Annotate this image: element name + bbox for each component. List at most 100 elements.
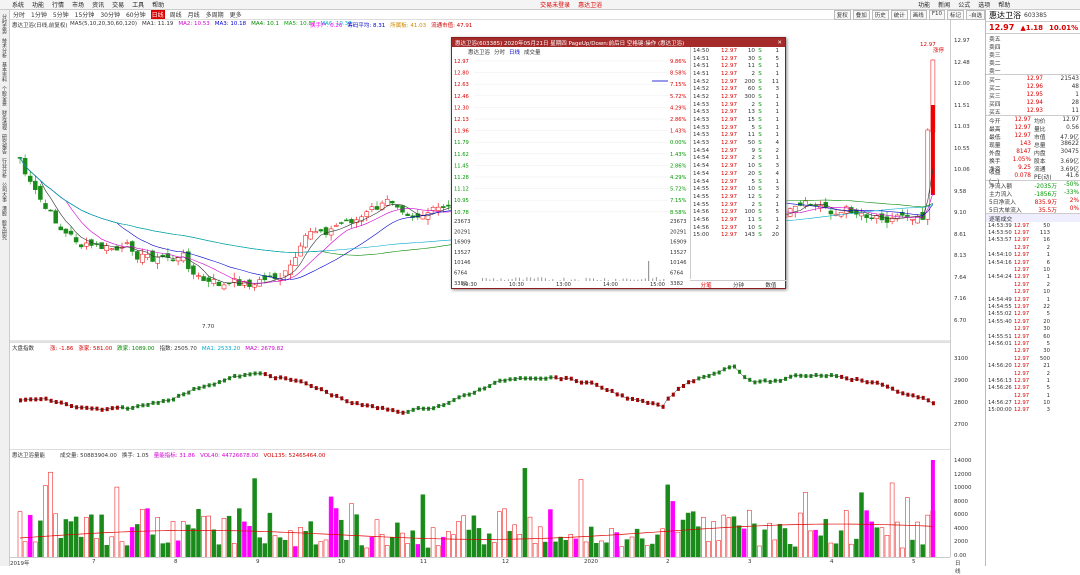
- volume-bar: [712, 521, 716, 558]
- popup-title: 惠达卫浴(603385) 2020年05月21日 星期四 PageUp/Down…: [455, 39, 684, 47]
- menu-item[interactable]: 系统: [12, 0, 24, 9]
- login-status[interactable]: 交易未登录: [540, 0, 570, 9]
- volume-bar: [574, 539, 578, 558]
- volume-bar: [401, 533, 405, 558]
- side-tab[interactable]: 公司大事: [1, 182, 8, 202]
- volume-bar: [253, 479, 257, 558]
- popup-tick-cell: 5: [737, 179, 755, 185]
- tick-row: 14:53:3912.9750: [986, 222, 1080, 229]
- tool-button[interactable]: 叠加: [853, 10, 870, 20]
- period-tab[interactable]: 多周期: [205, 10, 225, 19]
- period-tab[interactable]: 周线: [169, 10, 183, 19]
- tick-cell: 6: [1036, 260, 1050, 266]
- popup-mode-button[interactable]: 数值: [765, 281, 776, 289]
- popup-minute-chart: 12.979.86%12.808.58%12.637.15%12.465.72%…: [452, 56, 690, 288]
- row-value: 12.95: [1015, 92, 1043, 98]
- volume-bar: [839, 531, 843, 558]
- volume-bar: [232, 543, 236, 558]
- stat-value2: 12.97: [1049, 117, 1079, 123]
- volume-bar: [564, 540, 568, 558]
- volume-bar: [722, 515, 726, 558]
- tool-button[interactable]: 统计: [891, 10, 908, 20]
- side-tab[interactable]: 港股: [1, 206, 8, 216]
- tick-cell: 12.97: [1014, 356, 1036, 362]
- tool-button[interactable]: 复权: [834, 10, 851, 20]
- menu-right-item[interactable]: 公式: [958, 0, 970, 9]
- candle: [911, 219, 915, 220]
- side-tab[interactable]: 分时走势: [1, 14, 8, 34]
- popup-vol-bar: [571, 280, 572, 281]
- popup-tick-cell: S: [755, 163, 765, 169]
- menu-item[interactable]: 工具: [132, 0, 144, 9]
- candle: [146, 254, 150, 257]
- period-tab[interactable]: 15分钟: [74, 10, 96, 19]
- popup-tab[interactable]: 惠达卫浴: [468, 48, 490, 56]
- side-tab[interactable]: 股东研究: [1, 220, 8, 240]
- popup-tab[interactable]: 成交量: [524, 48, 541, 56]
- period-tab[interactable]: 日线: [151, 10, 165, 19]
- popup-vol-label: 10146: [454, 260, 471, 266]
- popup-tick-row: 14:5312.972S1: [691, 101, 787, 109]
- period-tab[interactable]: 1分钟: [30, 10, 48, 19]
- intraday-popup[interactable]: 惠达卫浴(603385) 2020年05月21日 星期四 PageUp/Down…: [451, 37, 786, 289]
- volume-bar: [283, 540, 287, 558]
- volume-bar: [747, 510, 751, 558]
- tool-button[interactable]: 标记: [947, 10, 964, 20]
- tool-button[interactable]: -自选: [966, 10, 985, 20]
- period-tab[interactable]: 5分钟: [52, 10, 70, 19]
- candle: [38, 186, 42, 199]
- menu-item[interactable]: 行情: [52, 0, 64, 9]
- menu-item[interactable]: 市场: [72, 0, 84, 9]
- popup-tick-cell: 12.97: [715, 94, 737, 100]
- popup-vol-label-r: 13527: [670, 250, 687, 256]
- tool-button[interactable]: F10: [929, 10, 945, 20]
- volume-bar: [487, 534, 491, 558]
- popup-vol-bar: [645, 278, 646, 281]
- menu-item[interactable]: 功能: [32, 0, 44, 9]
- side-tab[interactable]: 个股全景: [1, 86, 8, 106]
- volume-chart[interactable]: 惠达卫浴量能 成交量: 50883904.00换手: 1.05量能指标: 31.…: [10, 449, 950, 557]
- tick-cell: 500: [1036, 356, 1050, 362]
- popup-mode-button[interactable]: 分笔: [701, 281, 712, 289]
- period-tab[interactable]: 30分钟: [99, 10, 121, 19]
- volume-bar: [916, 522, 920, 558]
- index-chart[interactable]: 大盘指数 涨: -1.86涨家: 581.00跌家: 1089.00指数: 25…: [10, 342, 950, 447]
- tool-button[interactable]: 画线: [910, 10, 927, 20]
- menu-right-item[interactable]: 功能: [918, 0, 930, 9]
- period-tab[interactable]: 更多: [229, 10, 243, 19]
- side-tab[interactable]: 研究报告: [1, 134, 8, 154]
- menu-right-item[interactable]: 选项: [978, 0, 990, 9]
- tick-row: 14:56:0112.975: [986, 340, 1080, 347]
- popup-vol-bar: [641, 279, 642, 281]
- period-tab[interactable]: 分时: [12, 10, 26, 19]
- side-tab[interactable]: 技术分析: [1, 38, 8, 58]
- menu-item[interactable]: 资讯: [92, 0, 104, 9]
- menu-item[interactable]: 交易: [112, 0, 124, 9]
- candle: [304, 235, 308, 247]
- popup-tick-cell: 2: [737, 71, 755, 77]
- side-tab[interactable]: 基本资料: [1, 62, 8, 82]
- popup-tick-cell: S: [755, 56, 765, 62]
- popup-mode-button[interactable]: 分钟: [733, 281, 744, 289]
- popup-vol-bar: [519, 278, 520, 281]
- period-tab[interactable]: 60分钟: [125, 10, 147, 19]
- menu-right-item[interactable]: 新闻: [938, 0, 950, 9]
- popup-tick-list[interactable]: 14:5012.9710S114:5112.9730S514:5112.9711…: [690, 47, 787, 279]
- popup-tick-cell: 1: [765, 125, 779, 131]
- menu-right-item[interactable]: 帮助: [998, 0, 1010, 9]
- popup-tab[interactable]: 分时: [494, 48, 505, 56]
- close-icon[interactable]: ✕: [777, 40, 785, 46]
- period-tab[interactable]: 月线: [187, 10, 201, 19]
- tick-list[interactable]: 14:53:3912.975014:53:5012.9711314:53:571…: [986, 222, 1080, 414]
- side-tab[interactable]: 行业分析: [1, 158, 8, 178]
- index-bar: [932, 401, 935, 405]
- candle: [865, 215, 869, 218]
- popup-titlebar[interactable]: 惠达卫浴(603385) 2020年05月21日 星期四 PageUp/Down…: [452, 38, 785, 47]
- stat-value: 143: [1009, 141, 1031, 147]
- tool-button[interactable]: 历史: [872, 10, 889, 20]
- popup-tab[interactable]: 日线: [509, 48, 520, 56]
- popup-vol-bar: [586, 278, 587, 281]
- menu-item[interactable]: 帮助: [152, 0, 164, 9]
- side-tab[interactable]: 财务透视: [1, 110, 8, 130]
- tick-row: 12.972: [986, 370, 1080, 377]
